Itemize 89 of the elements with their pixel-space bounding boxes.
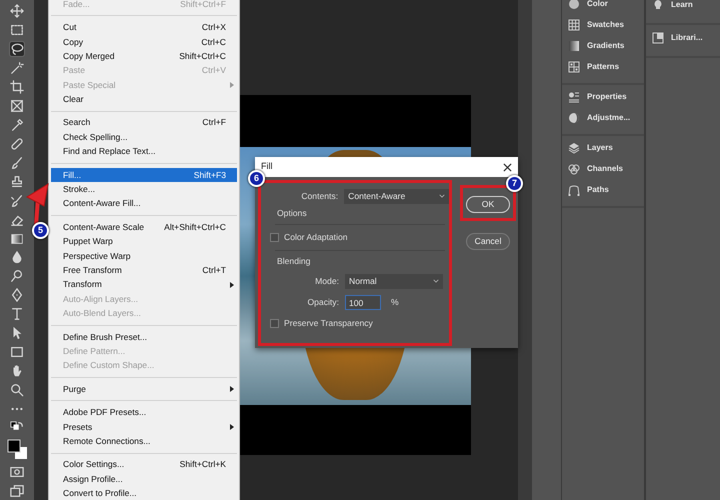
marquee-icon[interactable]: [10, 23, 24, 38]
unit-label: %: [391, 296, 399, 309]
field-label: Mode:: [314, 274, 339, 288]
half-circle-icon: [568, 112, 580, 124]
magnifier-icon[interactable]: [10, 269, 24, 284]
menu-item[interactable]: Content-Aware Scale Alt+Shift+Ctrl+C: [51, 220, 237, 234]
panel-item[interactable]: Patterns: [562, 56, 644, 77]
chevron-icon: [439, 194, 445, 198]
circles-icon: [568, 162, 580, 174]
eyedropper-icon[interactable]: [10, 118, 24, 132]
menu-item[interactable]: Fill... Shift+F3: [51, 168, 237, 182]
path-nodes-icon: [568, 184, 580, 196]
panel-item[interactable]: Gradients: [562, 35, 644, 56]
sliders-icon: [568, 90, 580, 102]
menu-item[interactable]: Define Brush Preset...: [51, 330, 237, 344]
ok-button[interactable]: OK: [466, 196, 510, 213]
checkbox-label: Color Adaptation: [284, 230, 348, 244]
menu-item[interactable]: Presets: [51, 420, 237, 434]
gradient-swatch-icon: [568, 40, 580, 52]
panel-item[interactable]: Paths: [562, 179, 644, 200]
cancel-button[interactable]: Cancel: [466, 232, 510, 250]
panel-item[interactable]: Librari...: [646, 26, 720, 50]
history-brush-icon[interactable]: [10, 194, 24, 208]
menu-item[interactable]: Check Spelling...: [51, 130, 237, 145]
move-icon[interactable]: [10, 4, 24, 18]
panel-item[interactable]: Properties: [562, 86, 644, 107]
panel-item[interactable]: Adjustme...: [562, 107, 644, 128]
dropdown[interactable]: Normal: [345, 274, 443, 288]
submenu-arrow-icon: [230, 424, 234, 430]
dropdown[interactable]: Content-Aware: [344, 188, 449, 204]
opacity-input[interactable]: 100: [345, 295, 381, 310]
drop-icon[interactable]: [10, 250, 24, 264]
stacked-layers-icon: [568, 142, 580, 154]
panel-item[interactable]: Color: [562, 0, 644, 14]
menu-item[interactable]: Color Settings... Shift+Ctrl+K: [51, 458, 237, 472]
menu-item[interactable]: Find and Replace Text...: [51, 144, 237, 159]
menu-item[interactable]: Stroke...: [51, 182, 237, 197]
submenu-arrow-icon: [230, 82, 234, 88]
close-icon[interactable]: [503, 162, 512, 172]
menu-item[interactable]: Copy Merged Shift+Ctrl+C: [51, 49, 237, 64]
color-wheel-icon: [568, 0, 580, 10]
submenu-arrow-icon: [230, 282, 234, 288]
magic-wand-icon[interactable]: [10, 61, 24, 76]
panel-item[interactable]: Channels: [562, 158, 644, 179]
menu-item[interactable]: Adobe PDF Presets...: [51, 405, 237, 420]
frame-icon[interactable]: [10, 99, 24, 114]
library-icon: [652, 32, 664, 44]
bandage-icon[interactable]: [10, 136, 24, 151]
pattern-grid-icon: [568, 60, 580, 72]
checkbox[interactable]: [270, 318, 279, 328]
menu-item[interactable]: Content-Aware Fill...: [51, 196, 237, 212]
zoom-icon[interactable]: [10, 382, 24, 397]
eraser-icon[interactable]: [10, 212, 24, 227]
chevron-icon: [433, 279, 439, 283]
menu-item[interactable]: Cut Ctrl+X: [51, 20, 237, 35]
menu-item[interactable]: Search Ctrl+F: [51, 116, 237, 130]
menu-item[interactable]: Assign Profile...: [51, 472, 237, 486]
panel-item[interactable]: Learn: [646, 0, 720, 17]
menu-item[interactable]: Remote Connections...: [51, 434, 237, 449]
menu-item[interactable]: Puppet Warp: [51, 234, 237, 249]
stamp-icon[interactable]: [10, 174, 24, 189]
pen-icon[interactable]: [10, 288, 24, 302]
submenu-arrow-icon: [230, 386, 234, 392]
menu-item[interactable]: Copy Ctrl+C: [51, 34, 237, 50]
type-icon[interactable]: [10, 307, 24, 322]
menu-item[interactable]: Convert to Profile...: [51, 486, 237, 500]
menu-item[interactable]: Perspective Warp: [51, 248, 237, 264]
field-label: Contents:: [300, 190, 338, 202]
rectangle-icon[interactable]: [10, 345, 24, 360]
field-label: Opacity:: [306, 296, 339, 309]
quick-mask-icon[interactable]: [10, 464, 24, 479]
menu-item[interactable]: Free Transform Ctrl+T: [51, 263, 237, 278]
checkbox[interactable]: [270, 232, 279, 242]
brush-icon[interactable]: [10, 156, 24, 170]
gradient-icon[interactable]: [10, 232, 24, 246]
screen-mode-icon[interactable]: [10, 484, 24, 498]
menu-item[interactable]: Transform: [51, 278, 237, 292]
lasso-icon[interactable]: [10, 42, 24, 56]
bulb-icon: [652, 0, 664, 11]
panel-item[interactable]: Swatches: [562, 14, 644, 35]
menu-item[interactable]: Purge: [51, 382, 237, 396]
section-heading: Blending: [277, 255, 310, 268]
grid-icon: [568, 18, 580, 30]
panel-item[interactable]: Layers: [562, 137, 644, 158]
checkbox-label: Preserve Transparency: [284, 316, 373, 330]
menu-item[interactable]: Clear: [51, 92, 237, 107]
color-swatches-icon[interactable]: [6, 439, 28, 460]
section-heading: Options: [277, 207, 307, 220]
crop-icon[interactable]: [10, 80, 24, 94]
